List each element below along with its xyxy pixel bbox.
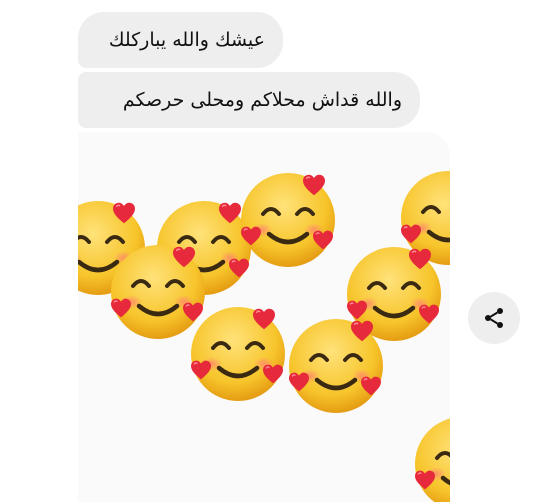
share-icon (485, 308, 503, 328)
sticker-image[interactable] (78, 132, 450, 502)
message-text: عيشك والله يباركلك (108, 29, 265, 51)
message-text: والله قداش محلاكم ومحلى حرصكم (122, 89, 402, 111)
share-button[interactable] (468, 292, 520, 344)
emoji-icon (238, 170, 338, 270)
emoji-icon (188, 304, 288, 404)
emoji-icon (412, 414, 450, 502)
message-bubble[interactable]: والله قداش محلاكم ومحلى حرصكم (78, 72, 420, 128)
message-bubble[interactable]: عيشك والله يباركلك (78, 12, 283, 68)
emoji-icon (286, 316, 386, 416)
